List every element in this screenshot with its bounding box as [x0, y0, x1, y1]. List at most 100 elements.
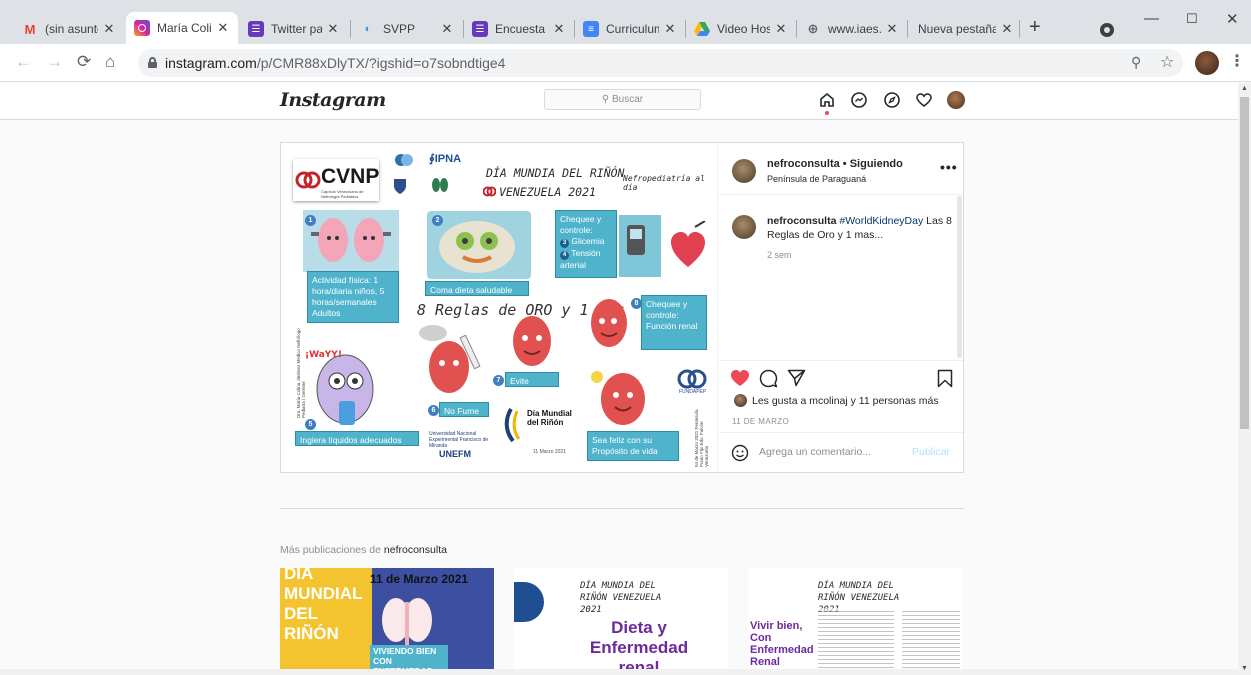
section-divider — [280, 508, 964, 509]
liker-avatar[interactable] — [734, 394, 747, 407]
follow-state[interactable]: Siguiendo — [850, 158, 903, 170]
close-icon[interactable]: ✕ — [885, 21, 899, 37]
tab-strip: M (sin asunto ✕ María Colin ✕ ☰ Twitter … — [0, 0, 1251, 44]
comment-bar: Agrega un comentario... Publicar — [719, 432, 963, 472]
minimize-icon[interactable]: — — [1144, 10, 1159, 27]
rule-3-head: Chequee y controle: — [560, 214, 602, 235]
close-icon[interactable]: ✕ — [552, 21, 566, 37]
tab-curriculum[interactable]: ≡ Curriculum ✕ — [575, 14, 685, 44]
browser-toolbar: ← → ⟳ ⌂ instagram.com/p/CMR88xDlyTX/?igs… — [0, 44, 1251, 82]
close-icon[interactable]: ✕ — [326, 21, 340, 37]
infographic-year: VENEZUELA 2021 — [499, 185, 596, 199]
home-icon[interactable]: ⌂ — [105, 52, 115, 72]
more-posts-user-link[interactable]: nefroconsulta — [384, 544, 447, 556]
tab-encuesta[interactable]: ☰ Encuesta s ✕ — [464, 14, 574, 44]
more-options-icon[interactable]: ••• — [940, 159, 958, 175]
rule-3-item-b: 4 Tensión arterial — [560, 248, 601, 270]
kidney-exercise-illustration — [303, 210, 399, 272]
maximize-icon[interactable]: ☐ — [1186, 11, 1198, 27]
location-link[interactable]: Península de Paraguaná — [767, 174, 866, 184]
tab-title: Twitter par — [271, 22, 322, 36]
close-icon[interactable]: ✕ — [774, 21, 788, 37]
infographic-title: DÍA MUNDIA DEL RIÑÓN — [486, 166, 625, 180]
tab-twitter-form[interactable]: ☰ Twitter par ✕ — [240, 14, 348, 44]
close-icon[interactable]: ✕ — [663, 21, 677, 37]
liked-heart-icon[interactable] — [730, 369, 750, 387]
thumbnail-post-1[interactable]: DÍA MUNDIAL DEL RIÑÓN 11 de Marzo 2021 V… — [280, 568, 494, 675]
hashtag-link[interactable]: #WorldKidneyDay — [839, 215, 923, 227]
likes-text[interactable]: Les gusta a mcolinaj y 11 personas más — [752, 395, 939, 407]
close-icon[interactable]: ✕ — [216, 20, 230, 36]
bookmark-star-icon[interactable]: ☆ — [1160, 52, 1174, 72]
comments-scrollbar[interactable] — [957, 196, 962, 358]
heart-icon[interactable] — [915, 91, 933, 109]
close-icon[interactable]: ✕ — [1000, 21, 1014, 37]
university-logo: Universidad Nacional Experimental Franci… — [429, 431, 489, 449]
rule-box-3: Chequee y controle: 3 Glicemia 4 Tensión… — [555, 210, 617, 278]
url-text: instagram.com/p/CMR88xDlyTX/?igshid=o7so… — [165, 55, 506, 71]
forward-icon[interactable]: → — [46, 52, 63, 72]
tab-instagram[interactable]: María Colin ✕ — [126, 12, 238, 44]
tab-title: Video Hos — [717, 22, 770, 36]
comment-input[interactable]: Agrega un comentario... — [759, 446, 871, 458]
gmail-icon: M — [24, 21, 36, 37]
comment-icon[interactable] — [759, 369, 778, 388]
thumb-1-title: DÍA MUNDIAL DEL RIÑÓN — [284, 568, 363, 643]
rule-box-1: Actividad física: 1 hora/diaria niños, 5… — [307, 271, 399, 323]
rule-box-7: Evite AINES — [505, 372, 559, 397]
back-icon[interactable]: ← — [15, 52, 32, 72]
svg-text:¡WaYY!: ¡WaYY! — [305, 350, 342, 360]
new-tab-button[interactable]: + — [1029, 17, 1041, 37]
tab-svpp[interactable]: ◐ SVPP ✕ — [352, 14, 462, 44]
thumb-3-subtitle: Vivir bien, Con Enfermedad Renal — [750, 620, 814, 668]
post-image[interactable]: CVNP Capítulo Venezolano de Nefrología P… — [281, 143, 718, 472]
messenger-icon[interactable] — [850, 91, 868, 109]
caption-avatar[interactable] — [732, 215, 756, 239]
thumb-1-date: 11 de Marzo 2021 — [370, 572, 469, 586]
post-actions: Les gusta a mcolinaj y 11 personas más 1… — [719, 360, 963, 432]
home-icon[interactable] — [818, 91, 836, 109]
scroll-down-icon[interactable]: ▼ — [1241, 665, 1248, 672]
tab-gmail[interactable]: M (sin asunto ✕ — [14, 14, 124, 44]
tab-iaes[interactable]: ⊕ www.iaes.e ✕ — [797, 14, 907, 44]
scroll-up-icon[interactable]: ▲ — [1241, 85, 1248, 92]
profile-avatar[interactable] — [1195, 51, 1219, 75]
instagram-page: Instagram ⚲ Buscar CVNP Capítulo Venezol… — [0, 83, 1238, 675]
emoji-icon[interactable] — [731, 444, 749, 462]
globe-icon: ⊕ — [807, 21, 819, 36]
more-posts-heading: Más publicaciones de nefroconsulta — [280, 544, 447, 556]
instagram-logo[interactable]: Instagram — [280, 89, 386, 111]
window-close-icon[interactable]: ✕ — [1226, 10, 1239, 28]
menu-kebab-icon[interactable]: ⋮ — [1229, 51, 1245, 71]
thumbnail-post-2[interactable]: DÍA MUNDIA DEL RIÑÓN VENEZUELA 2021 Diet… — [514, 568, 728, 675]
tab-separator — [1019, 20, 1020, 38]
logo-circle-blue — [393, 153, 415, 167]
caption-user[interactable]: nefroconsulta — [767, 215, 836, 227]
scrollbar-thumb[interactable] — [1240, 97, 1249, 429]
instagram-icon — [134, 20, 150, 36]
reload-icon[interactable]: ⟳ — [77, 52, 91, 72]
address-bar[interactable]: instagram.com/p/CMR88xDlyTX/?igshid=o7so… — [138, 49, 1183, 77]
thumbnail-post-3[interactable]: DÍA MUNDIA DEL RIÑÓN VENEZUELA 2021 Vivi… — [748, 568, 962, 675]
horizontal-scrollbar[interactable] — [0, 669, 1238, 675]
close-icon[interactable]: ✕ — [102, 21, 116, 37]
tab-title: Curriculum — [606, 22, 659, 36]
tab-title: (sin asunto — [45, 22, 98, 36]
tab-video[interactable]: Video Hos ✕ — [686, 14, 796, 44]
publish-button[interactable]: Publicar — [912, 446, 950, 458]
page-scrollbar[interactable]: ▲ ▼ — [1238, 83, 1251, 675]
close-icon[interactable]: ✕ — [440, 21, 454, 37]
bookmark-icon[interactable] — [937, 369, 953, 388]
active-indicator — [825, 111, 829, 115]
tab-search-icon[interactable] — [1100, 23, 1114, 37]
tab-new[interactable]: Nueva pestaña ✕ — [910, 14, 1022, 44]
author-avatar[interactable] — [732, 159, 756, 183]
search-input[interactable]: ⚲ Buscar — [544, 89, 701, 110]
author-link[interactable]: nefroconsulta — [767, 158, 840, 170]
explore-icon[interactable] — [883, 91, 901, 109]
share-icon[interactable] — [787, 369, 806, 387]
user-avatar[interactable] — [947, 91, 965, 109]
rule-box-5: Ingiera líquidos adecuados — [295, 431, 419, 446]
heart-pressure-illustration — [667, 220, 709, 277]
zoom-icon[interactable]: ⚲ — [1131, 54, 1141, 71]
